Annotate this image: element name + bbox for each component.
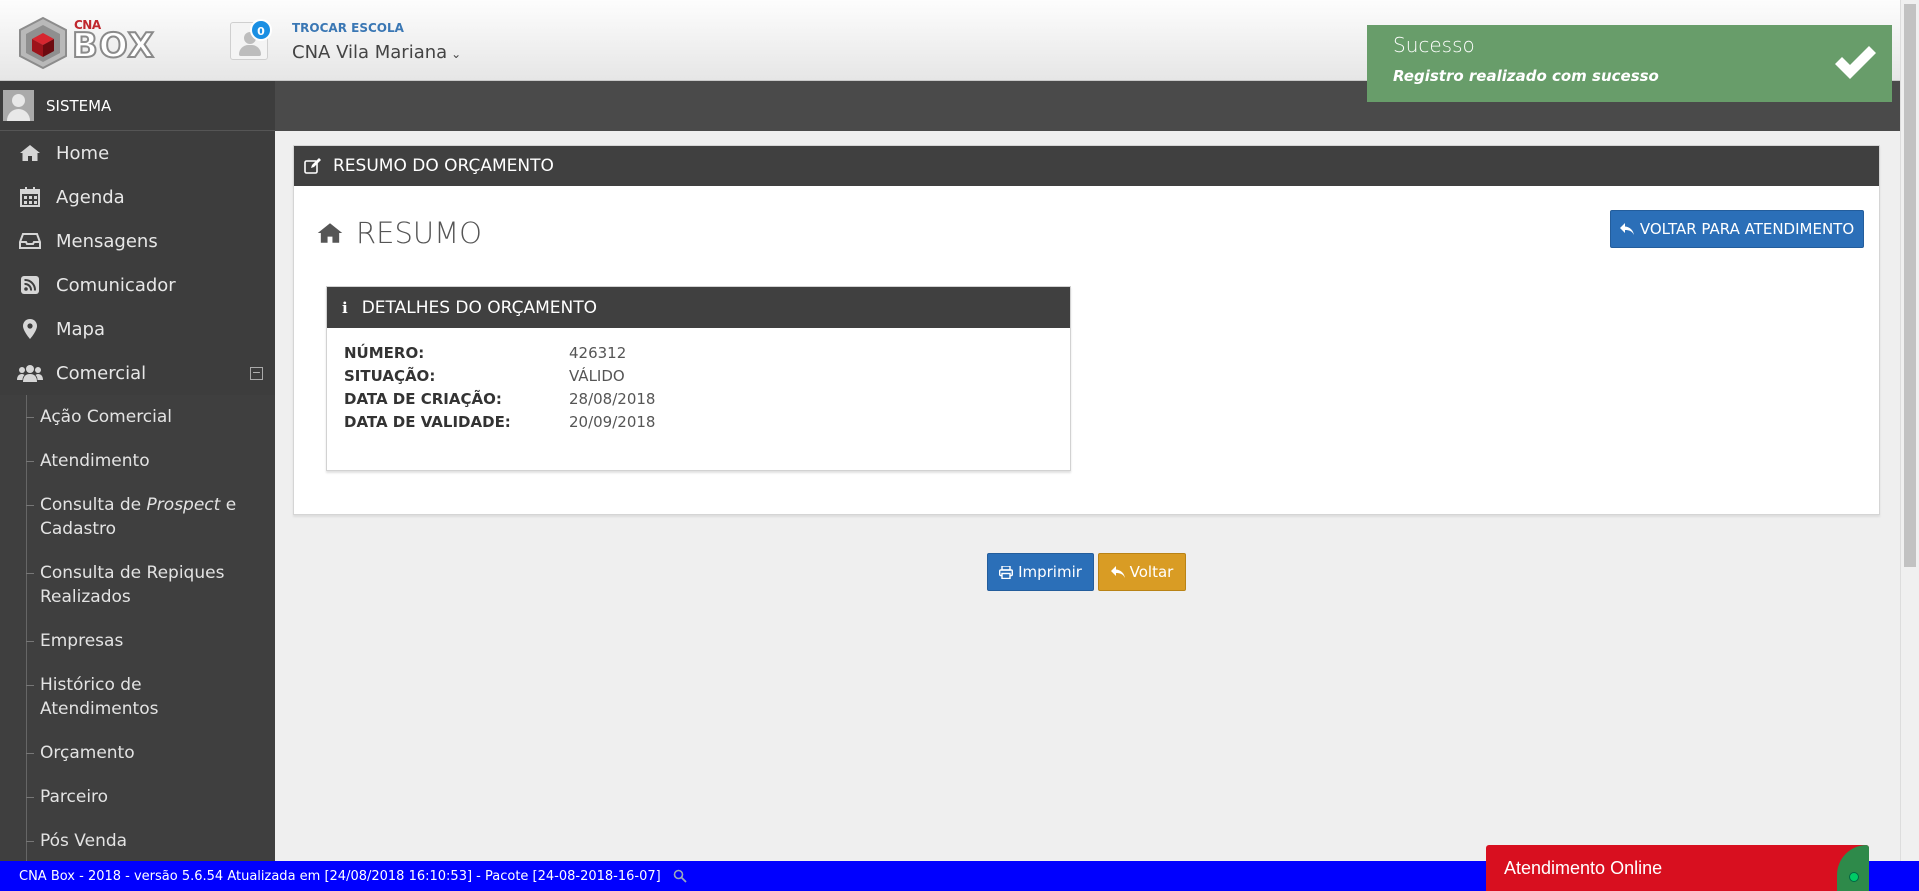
- sidebar-item-mensagens[interactable]: Mensagens: [0, 219, 275, 263]
- online-chat-widget[interactable]: Atendimento Online: [1486, 845, 1869, 891]
- collapse-toggle[interactable]: −: [250, 367, 263, 380]
- reply-icon: [1110, 566, 1125, 578]
- home-icon: [16, 144, 44, 162]
- edit-icon: [304, 158, 321, 174]
- sidebar-item-label: Mensagens: [56, 230, 158, 252]
- detail-row-number: NÚMERO: 426312: [327, 342, 1070, 365]
- submenu-item-label-italic: Prospect: [146, 495, 221, 515]
- search-icon[interactable]: [673, 869, 687, 883]
- panel-title: RESUMO DO ORÇAMENTO: [333, 156, 554, 176]
- school-name: CNA Vila Mariana: [292, 42, 448, 63]
- submenu-item-pos-venda[interactable]: Pós Venda: [0, 819, 275, 861]
- sidebar-item-label: Agenda: [56, 186, 125, 208]
- submenu-item-parceiro[interactable]: Parceiro: [0, 775, 275, 819]
- sidebar-item-comercial[interactable]: Comercial −: [0, 351, 275, 395]
- sidebar-item-mapa[interactable]: Mapa: [0, 307, 275, 351]
- toast-title: Sucesso: [1393, 33, 1475, 57]
- detail-row-validity: DATA DE VALIDADE: 20/09/2018: [327, 411, 1070, 434]
- sidebar-item-comunicador[interactable]: Comunicador: [0, 263, 275, 307]
- back-label: Voltar: [1129, 563, 1174, 581]
- scrollbar-thumb[interactable]: [1904, 4, 1916, 567]
- print-button[interactable]: Imprimir: [987, 553, 1094, 591]
- submenu-item-empresas[interactable]: Empresas: [0, 619, 275, 663]
- back-to-service-button[interactable]: VOLTAR PARA ATENDIMENTO: [1610, 210, 1864, 248]
- notification-badge[interactable]: 0: [250, 19, 272, 41]
- detail-value: 20/09/2018: [569, 413, 656, 431]
- submenu-item-label-part: Consulta de: [40, 495, 147, 515]
- change-school-label[interactable]: TROCAR ESCOLA: [292, 21, 404, 35]
- info-icon: i: [342, 298, 348, 317]
- details-title: DETALHES DO ORÇAMENTO: [361, 297, 598, 318]
- submenu-item-consulta-repiques[interactable]: Consulta de Repiques Realizados: [0, 551, 275, 619]
- budget-summary-panel: RESUMO DO ORÇAMENTO RESUMO VOLTAR PARA A…: [293, 145, 1880, 515]
- status-bar-text: CNA Box - 2018 - versão 5.6.54 Atualizad…: [19, 868, 661, 884]
- logo-cube-icon: [19, 16, 67, 70]
- inbox-icon: [16, 233, 44, 249]
- calendar-icon: [16, 187, 44, 207]
- submenu-item-atendimento[interactable]: Atendimento: [0, 439, 275, 483]
- map-marker-icon: [16, 319, 44, 339]
- submenu-item-historico[interactable]: Histórico de Atendimentos: [0, 663, 275, 731]
- detail-label: DATA DE CRIAÇÃO:: [344, 390, 502, 408]
- online-status-icon: [1849, 872, 1859, 882]
- details-header: i DETALHES DO ORÇAMENTO: [327, 287, 1070, 328]
- sidebar-item-label: Comercial: [56, 362, 147, 384]
- submenu-item-orcamento[interactable]: Orçamento: [0, 731, 275, 775]
- detail-rows: NÚMERO: 426312 SITUAÇÃO: VÁLIDO DATA DE …: [327, 328, 1070, 434]
- user-avatar: [3, 90, 34, 121]
- sidebar-item-label: Mapa: [56, 318, 106, 340]
- detail-label: SITUAÇÃO:: [344, 367, 436, 385]
- cna-box-logo[interactable]: CNA BOX: [16, 16, 156, 70]
- school-selector[interactable]: CNA Vila Mariana ⌄: [292, 42, 461, 63]
- user-name: SISTEMA: [46, 96, 112, 115]
- checkmark-icon: [1832, 43, 1878, 87]
- detail-label: DATA DE VALIDADE:: [344, 413, 511, 431]
- chevron-down-icon: ⌄: [451, 47, 462, 61]
- detail-row-status: SITUAÇÃO: VÁLIDO: [327, 365, 1070, 388]
- comercial-submenu: Ação Comercial Atendimento Consulta de P…: [0, 395, 275, 861]
- sidebar-user[interactable]: SISTEMA: [0, 81, 275, 131]
- toast-message: Registro realizado com sucesso: [1393, 67, 1659, 85]
- users-icon: [16, 364, 44, 382]
- home-icon: [316, 222, 344, 244]
- page-title: RESUMO: [316, 216, 482, 250]
- submenu-item-acao-comercial[interactable]: Ação Comercial: [0, 395, 275, 439]
- back-button[interactable]: Voltar: [1098, 553, 1186, 591]
- detail-value: VÁLIDO: [569, 367, 625, 385]
- sidebar-item-label: Comunicador: [56, 274, 176, 296]
- success-toast[interactable]: Sucesso Registro realizado com sucesso: [1367, 25, 1892, 102]
- sidebar-item-agenda[interactable]: Agenda: [0, 175, 275, 219]
- detail-value: 426312: [569, 344, 627, 362]
- sidebar: SISTEMA Home Agenda Mensagens Comunicado…: [0, 81, 275, 861]
- rss-icon: [16, 276, 44, 294]
- sidebar-item-home[interactable]: Home: [0, 131, 275, 175]
- detail-row-created: DATA DE CRIAÇÃO: 28/08/2018: [327, 388, 1070, 411]
- chat-label: Atendimento Online: [1504, 858, 1663, 878]
- page-title-text: RESUMO: [356, 216, 482, 250]
- detail-label: NÚMERO:: [344, 344, 425, 362]
- detail-value: 28/08/2018: [569, 390, 656, 408]
- logo-box-text: BOX: [71, 25, 155, 67]
- print-icon: [999, 565, 1014, 579]
- submenu-item-consulta-prospect[interactable]: Consulta de Prospect e Cadastro: [0, 483, 275, 551]
- back-to-service-label: VOLTAR PARA ATENDIMENTO: [1639, 220, 1855, 238]
- chat-status-indicator: [1837, 845, 1869, 891]
- reply-icon: [1619, 223, 1634, 235]
- sidebar-item-label: Home: [56, 142, 110, 164]
- budget-details-box: i DETALHES DO ORÇAMENTO NÚMERO: 426312 S…: [326, 286, 1071, 471]
- page-scrollbar[interactable]: [1900, 0, 1919, 861]
- panel-header: RESUMO DO ORÇAMENTO: [294, 146, 1879, 186]
- print-label: Imprimir: [1018, 563, 1082, 581]
